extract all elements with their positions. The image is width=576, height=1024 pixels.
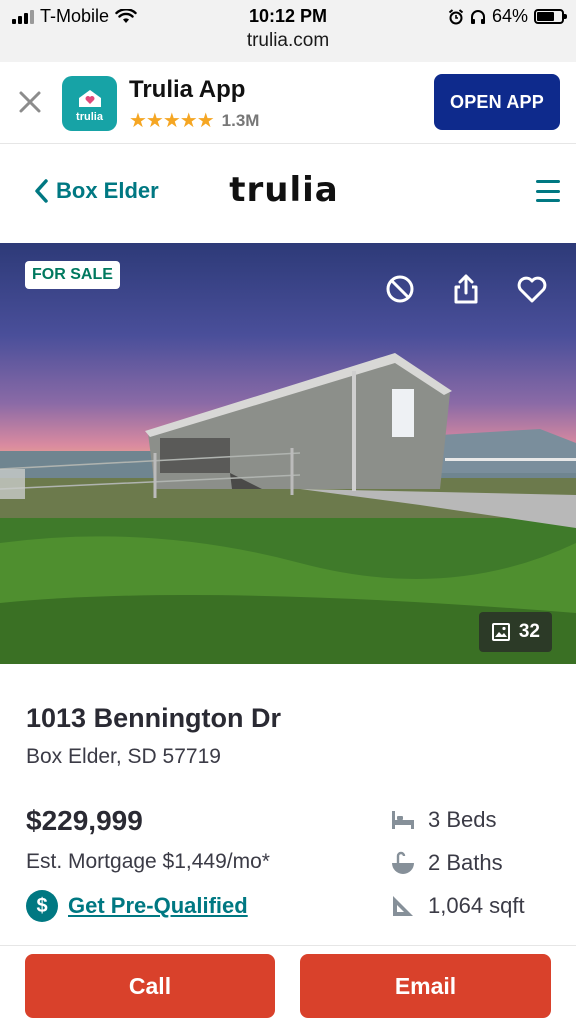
baths-spec: 2 Baths — [390, 848, 525, 878]
email-button[interactable]: Email — [300, 954, 551, 1018]
beds-spec: 3 Beds — [390, 805, 525, 835]
sqft-spec: 1,064 sqft — [390, 891, 525, 921]
contact-action-bar: Call Email — [0, 945, 576, 1024]
est-mortgage: Est. Mortgage $1,449/mo* — [26, 850, 270, 873]
hide-icon[interactable] — [384, 273, 416, 305]
trulia-app-icon: trulia — [62, 76, 117, 131]
app-install-banner: trulia Trulia App ★★★★★ 1.3M OPEN APP — [0, 62, 576, 144]
listing-specs: 3 Beds 2 Baths 1,064 sqft — [390, 805, 525, 934]
for-sale-badge: FOR SALE — [25, 261, 120, 289]
baths-value: 2 Baths — [428, 850, 503, 875]
ruler-triangle-icon — [393, 896, 413, 916]
headphones-icon — [470, 9, 485, 24]
image-icon — [491, 623, 510, 641]
share-icon[interactable] — [450, 273, 482, 305]
status-right: 64% — [448, 6, 567, 27]
app-name: Trulia App — [129, 76, 246, 103]
close-icon[interactable] — [16, 88, 44, 116]
photo-count-button[interactable]: 32 — [478, 612, 552, 652]
bed-icon — [392, 811, 414, 829]
dollar-icon: $ — [26, 890, 58, 922]
listing-price: $229,999 — [26, 805, 143, 836]
site-header: Box Elder trulia — [0, 144, 576, 243]
call-button[interactable]: Call — [25, 954, 275, 1018]
house-photo — [0, 353, 576, 664]
favorite-heart-icon[interactable] — [516, 273, 548, 305]
photo-actions — [384, 273, 548, 305]
listing-address: 1013 Bennington Dr — [26, 703, 282, 733]
beds-value: 3 Beds — [428, 807, 497, 832]
listing-photo[interactable]: FOR SALE 32 — [0, 243, 576, 664]
battery-icon — [534, 9, 567, 24]
app-icon-label: trulia — [76, 111, 103, 123]
rating-count: 1.3M — [221, 110, 260, 130]
open-app-button[interactable]: OPEN APP — [434, 74, 560, 130]
app-rating: ★★★★★ 1.3M — [129, 108, 259, 133]
address-bar-url[interactable]: trulia.com — [0, 30, 576, 52]
pre-qualified-label[interactable]: Get Pre-Qualified — [68, 893, 248, 919]
photo-count: 32 — [518, 621, 540, 642]
listing-city: Box Elder, SD 57719 — [26, 745, 221, 768]
alarm-icon — [448, 8, 464, 24]
house-heart-icon — [78, 90, 101, 107]
pre-qualified-link[interactable]: $ Get Pre-Qualified — [26, 890, 248, 922]
menu-icon[interactable] — [536, 180, 560, 202]
trulia-logo[interactable]: trulia — [0, 170, 568, 210]
star-rating-icon: ★★★★★ — [129, 110, 215, 132]
status-bar: T-Mobile 10:12 PM trulia.com 64% — [0, 0, 576, 62]
battery-percent: 64% — [491, 6, 528, 26]
bath-icon — [392, 851, 414, 874]
sqft-value: 1,064 sqft — [428, 893, 525, 918]
